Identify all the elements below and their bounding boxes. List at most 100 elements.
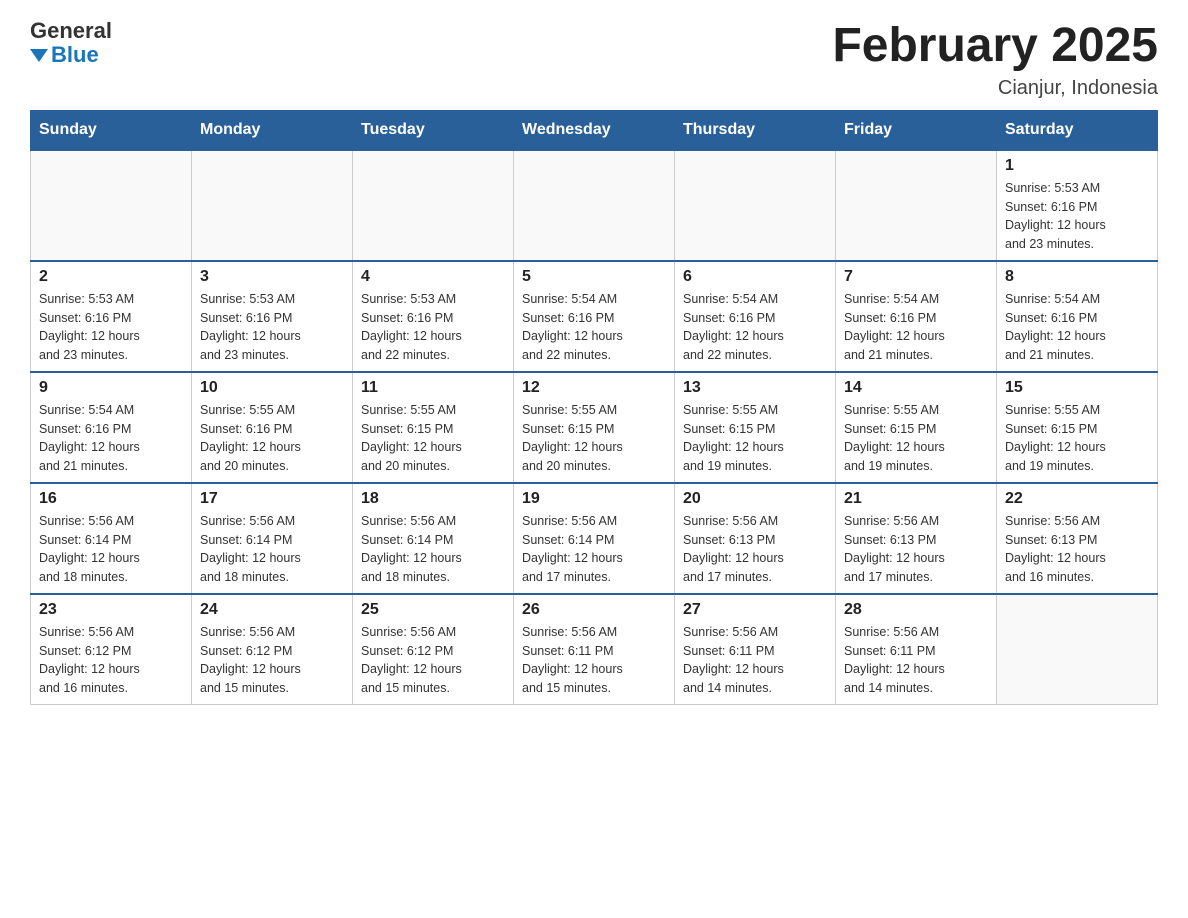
week-row-3: 9 Sunrise: 5:54 AM Sunset: 6:16 PM Daylig… (31, 372, 1158, 483)
calendar-cell: 12 Sunrise: 5:55 AM Sunset: 6:15 PM Dayli… (514, 372, 675, 483)
page-header: General Blue February 2025 Cianjur, Indo… (30, 20, 1158, 100)
day-number: 13 (683, 379, 827, 397)
header-sunday: Sunday (31, 110, 192, 150)
day-info: Sunrise: 5:56 AM Sunset: 6:11 PM Dayligh… (683, 623, 827, 698)
calendar-cell: 3 Sunrise: 5:53 AM Sunset: 6:16 PM Daylig… (192, 261, 353, 372)
day-number: 26 (522, 601, 666, 619)
calendar-cell: 15 Sunrise: 5:55 AM Sunset: 6:15 PM Dayli… (997, 372, 1158, 483)
day-info: Sunrise: 5:55 AM Sunset: 6:15 PM Dayligh… (361, 401, 505, 476)
logo-general: General (30, 20, 112, 42)
day-number: 9 (39, 379, 183, 397)
day-number: 27 (683, 601, 827, 619)
day-number: 8 (1005, 268, 1149, 286)
day-number: 14 (844, 379, 988, 397)
calendar-cell: 10 Sunrise: 5:55 AM Sunset: 6:16 PM Dayli… (192, 372, 353, 483)
day-info: Sunrise: 5:56 AM Sunset: 6:12 PM Dayligh… (39, 623, 183, 698)
day-number: 20 (683, 490, 827, 508)
calendar-cell: 8 Sunrise: 5:54 AM Sunset: 6:16 PM Daylig… (997, 261, 1158, 372)
header-saturday: Saturday (997, 110, 1158, 150)
calendar-cell: 22 Sunrise: 5:56 AM Sunset: 6:13 PM Dayli… (997, 483, 1158, 594)
day-info: Sunrise: 5:56 AM Sunset: 6:12 PM Dayligh… (200, 623, 344, 698)
calendar-cell (31, 150, 192, 261)
calendar-cell: 1Sunrise: 5:53 AM Sunset: 6:16 PM Daylig… (997, 150, 1158, 261)
calendar-cell: 17 Sunrise: 5:56 AM Sunset: 6:14 PM Dayli… (192, 483, 353, 594)
weekday-header-row: Sunday Monday Tuesday Wednesday Thursday… (31, 110, 1158, 150)
calendar-cell: 28 Sunrise: 5:56 AM Sunset: 6:11 PM Dayli… (836, 594, 997, 705)
calendar-cell: 24Sunrise: 5:56 AM Sunset: 6:12 PM Dayli… (192, 594, 353, 705)
calendar-cell: 20 Sunrise: 5:56 AM Sunset: 6:13 PM Dayli… (675, 483, 836, 594)
calendar-cell (997, 594, 1158, 705)
day-info: Sunrise: 5:56 AM Sunset: 6:11 PM Dayligh… (844, 623, 988, 698)
day-info: Sunrise: 5:53 AM Sunset: 6:16 PM Dayligh… (1005, 179, 1149, 254)
day-info: Sunrise: 5:55 AM Sunset: 6:15 PM Dayligh… (683, 401, 827, 476)
location: Cianjur, Indonesia (832, 77, 1158, 100)
day-number: 12 (522, 379, 666, 397)
day-number: 15 (1005, 379, 1149, 397)
day-info: Sunrise: 5:53 AM Sunset: 6:16 PM Dayligh… (361, 290, 505, 365)
calendar-cell: 2Sunrise: 5:53 AM Sunset: 6:16 PM Daylig… (31, 261, 192, 372)
calendar-cell: 5 Sunrise: 5:54 AM Sunset: 6:16 PM Daylig… (514, 261, 675, 372)
day-info: Sunrise: 5:56 AM Sunset: 6:14 PM Dayligh… (361, 512, 505, 587)
day-number: 17 (200, 490, 344, 508)
week-row-5: 23 Sunrise: 5:56 AM Sunset: 6:12 PM Dayli… (31, 594, 1158, 705)
calendar-cell: 21 Sunrise: 5:56 AM Sunset: 6:13 PM Dayli… (836, 483, 997, 594)
week-row-4: 16 Sunrise: 5:56 AM Sunset: 6:14 PM Dayli… (31, 483, 1158, 594)
calendar-cell: 16Sunrise: 5:56 AM Sunset: 6:14 PM Dayli… (31, 483, 192, 594)
day-number: 6 (683, 268, 827, 286)
day-info: Sunrise: 5:55 AM Sunset: 6:15 PM Dayligh… (522, 401, 666, 476)
week-row-2: 2Sunrise: 5:53 AM Sunset: 6:16 PM Daylig… (31, 261, 1158, 372)
calendar-cell: 4 Sunrise: 5:53 AM Sunset: 6:16 PM Daylig… (353, 261, 514, 372)
day-info: Sunrise: 5:55 AM Sunset: 6:15 PM Dayligh… (1005, 401, 1149, 476)
day-number: 19 (522, 490, 666, 508)
calendar-cell: 9 Sunrise: 5:54 AM Sunset: 6:16 PM Daylig… (31, 372, 192, 483)
day-number: 18 (361, 490, 505, 508)
day-info: Sunrise: 5:56 AM Sunset: 6:14 PM Dayligh… (522, 512, 666, 587)
header-friday: Friday (836, 110, 997, 150)
month-title: February 2025 (832, 20, 1158, 73)
day-info: Sunrise: 5:53 AM Sunset: 6:16 PM Dayligh… (39, 290, 183, 365)
logo: General Blue (30, 20, 112, 68)
day-info: Sunrise: 5:56 AM Sunset: 6:13 PM Dayligh… (1005, 512, 1149, 587)
calendar-cell: 25Sunrise: 5:56 AM Sunset: 6:12 PM Dayli… (353, 594, 514, 705)
day-number: 28 (844, 601, 988, 619)
day-info: Sunrise: 5:54 AM Sunset: 6:16 PM Dayligh… (522, 290, 666, 365)
day-number: 25 (361, 601, 505, 619)
day-number: 10 (200, 379, 344, 397)
calendar-table: Sunday Monday Tuesday Wednesday Thursday… (30, 110, 1158, 705)
day-number: 4 (361, 268, 505, 286)
day-number: 5 (522, 268, 666, 286)
header-thursday: Thursday (675, 110, 836, 150)
calendar-cell (836, 150, 997, 261)
day-info: Sunrise: 5:55 AM Sunset: 6:15 PM Dayligh… (844, 401, 988, 476)
day-info: Sunrise: 5:54 AM Sunset: 6:16 PM Dayligh… (1005, 290, 1149, 365)
day-number: 3 (200, 268, 344, 286)
day-info: Sunrise: 5:54 AM Sunset: 6:16 PM Dayligh… (683, 290, 827, 365)
day-info: Sunrise: 5:56 AM Sunset: 6:13 PM Dayligh… (683, 512, 827, 587)
day-number: 23 (39, 601, 183, 619)
calendar-cell (353, 150, 514, 261)
day-info: Sunrise: 5:53 AM Sunset: 6:16 PM Dayligh… (200, 290, 344, 365)
calendar-cell: 7Sunrise: 5:54 AM Sunset: 6:16 PM Daylig… (836, 261, 997, 372)
day-info: Sunrise: 5:54 AM Sunset: 6:16 PM Dayligh… (844, 290, 988, 365)
day-info: Sunrise: 5:55 AM Sunset: 6:16 PM Dayligh… (200, 401, 344, 476)
day-number: 11 (361, 379, 505, 397)
day-number: 22 (1005, 490, 1149, 508)
calendar-cell (192, 150, 353, 261)
day-info: Sunrise: 5:56 AM Sunset: 6:14 PM Dayligh… (200, 512, 344, 587)
calendar-cell: 13 Sunrise: 5:55 AM Sunset: 6:15 PM Dayli… (675, 372, 836, 483)
week-row-1: 1Sunrise: 5:53 AM Sunset: 6:16 PM Daylig… (31, 150, 1158, 261)
calendar-cell: 11 Sunrise: 5:55 AM Sunset: 6:15 PM Dayli… (353, 372, 514, 483)
calendar-cell: 19 Sunrise: 5:56 AM Sunset: 6:14 PM Dayli… (514, 483, 675, 594)
logo-blue: Blue (51, 42, 99, 68)
day-number: 21 (844, 490, 988, 508)
day-info: Sunrise: 5:56 AM Sunset: 6:11 PM Dayligh… (522, 623, 666, 698)
header-wednesday: Wednesday (514, 110, 675, 150)
calendar-cell: 18 Sunrise: 5:56 AM Sunset: 6:14 PM Dayli… (353, 483, 514, 594)
calendar-cell (514, 150, 675, 261)
logo-triangle-icon (30, 49, 48, 62)
calendar-cell: 23 Sunrise: 5:56 AM Sunset: 6:12 PM Dayli… (31, 594, 192, 705)
day-info: Sunrise: 5:54 AM Sunset: 6:16 PM Dayligh… (39, 401, 183, 476)
day-number: 16 (39, 490, 183, 508)
calendar-cell: 6 Sunrise: 5:54 AM Sunset: 6:16 PM Daylig… (675, 261, 836, 372)
day-info: Sunrise: 5:56 AM Sunset: 6:13 PM Dayligh… (844, 512, 988, 587)
